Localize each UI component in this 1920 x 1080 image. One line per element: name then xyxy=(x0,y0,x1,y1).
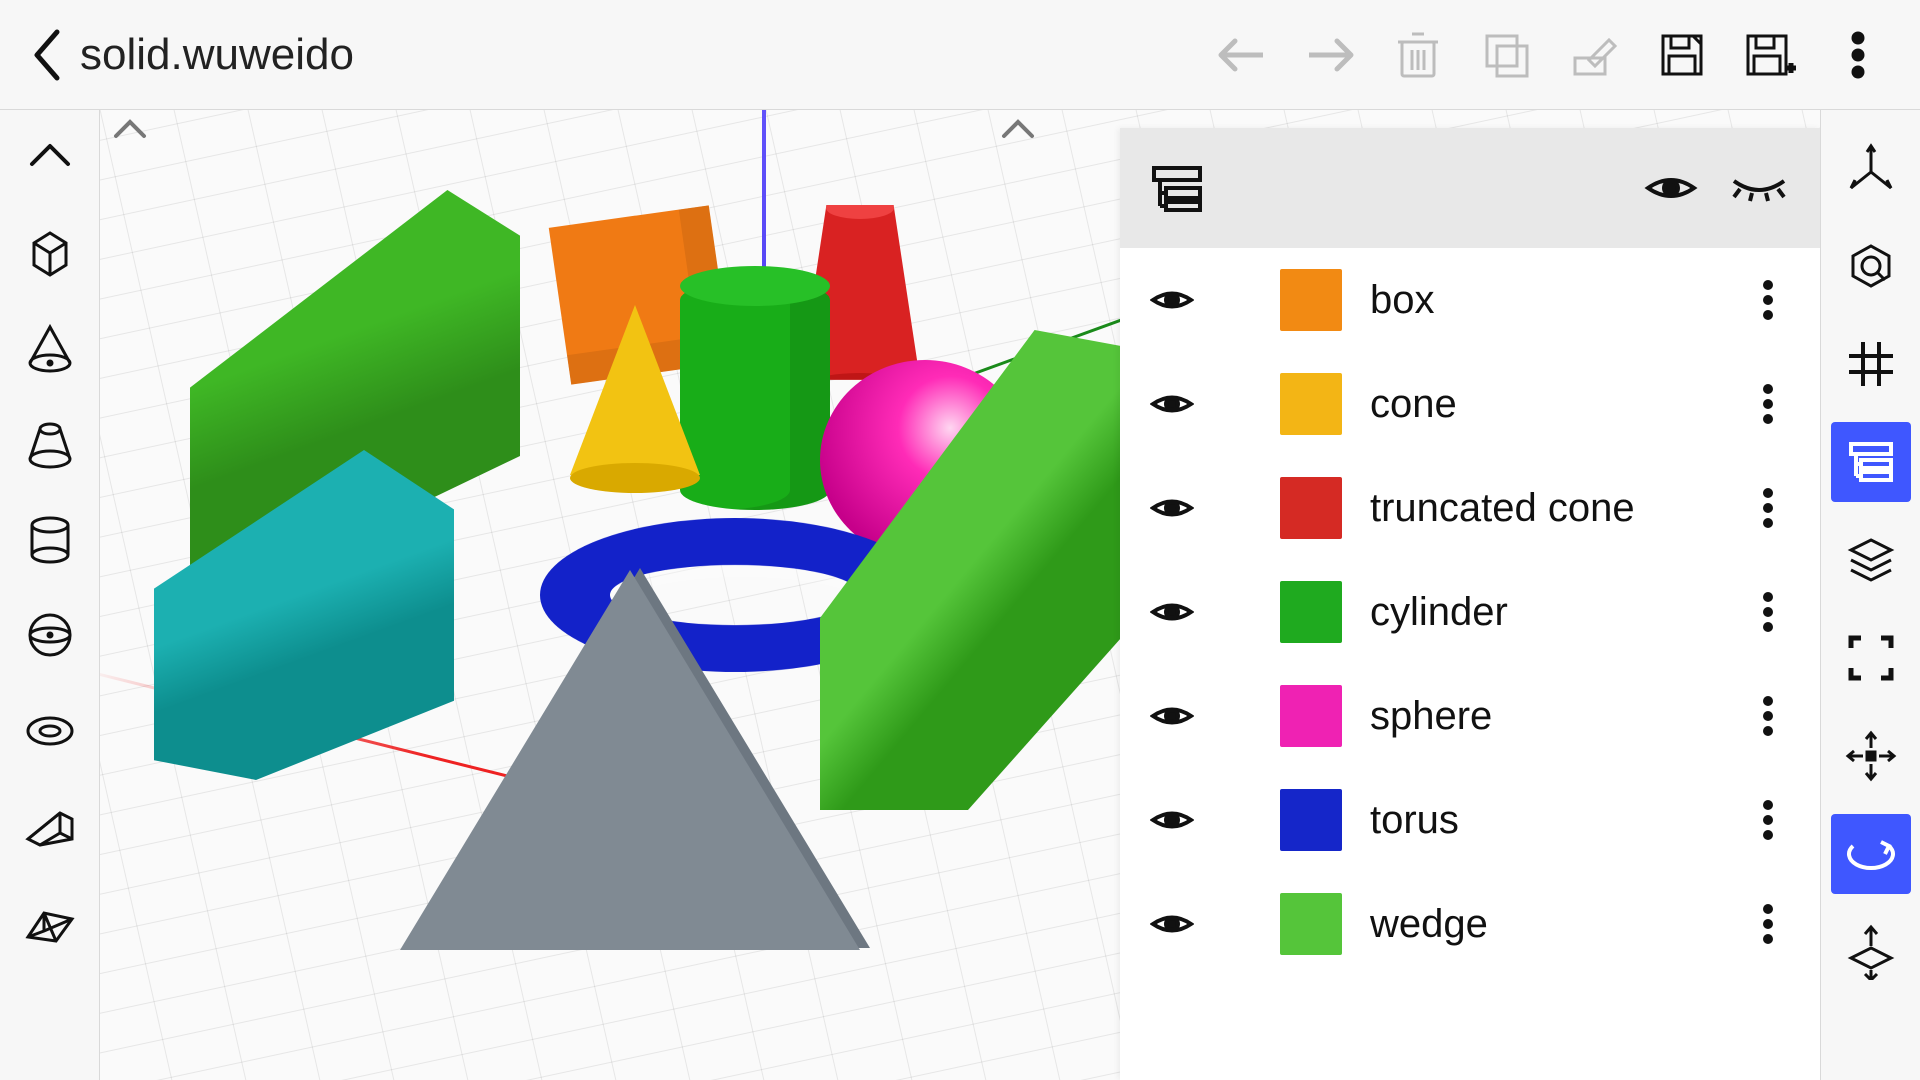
tool-wedge-icon[interactable] xyxy=(15,792,85,862)
scene-item-label: wedge xyxy=(1370,902,1718,947)
show-all-icon[interactable] xyxy=(1644,170,1698,206)
grid-tool-icon[interactable] xyxy=(1831,324,1911,404)
color-swatch xyxy=(1280,373,1342,435)
edit-button[interactable] xyxy=(1550,11,1638,99)
visibility-toggle-icon[interactable] xyxy=(1150,382,1194,426)
scene-item-row[interactable]: cone xyxy=(1120,352,1820,456)
shape-pyramid[interactable] xyxy=(400,570,860,950)
item-menu-icon[interactable] xyxy=(1746,278,1790,322)
overflow-menu-button[interactable] xyxy=(1814,11,1902,99)
save-button[interactable] xyxy=(1638,11,1726,99)
scene-item-label: torus xyxy=(1370,798,1718,843)
top-toolbar: solid.wuweido xyxy=(0,0,1920,110)
tool-truncated-cone-icon[interactable] xyxy=(15,408,85,478)
tool-box-icon[interactable] xyxy=(15,216,85,286)
scene-item-row[interactable]: box xyxy=(1120,248,1820,352)
item-menu-icon[interactable] xyxy=(1746,590,1790,634)
visibility-toggle-icon[interactable] xyxy=(1150,486,1194,530)
item-menu-icon[interactable] xyxy=(1746,382,1790,426)
scene-items-list: box cone truncated cone cylinder sphere torus… xyxy=(1120,248,1820,1080)
tree-icon xyxy=(1150,164,1204,212)
hide-all-icon[interactable] xyxy=(1728,173,1790,203)
scene-panel-header xyxy=(1120,128,1820,248)
scene-item-label: cylinder xyxy=(1370,590,1718,635)
layers-tool-icon[interactable] xyxy=(1831,520,1911,600)
scene-item-row[interactable]: torus xyxy=(1120,768,1820,872)
item-menu-icon[interactable] xyxy=(1746,798,1790,842)
item-menu-icon[interactable] xyxy=(1746,902,1790,946)
orbit-tool-icon[interactable] xyxy=(1831,814,1911,894)
scene-item-label: truncated cone xyxy=(1370,486,1718,531)
inspect-tool-icon[interactable] xyxy=(1831,226,1911,306)
file-title: solid.wuweido xyxy=(80,30,354,80)
axes-tool-icon[interactable] xyxy=(1831,128,1911,208)
color-swatch xyxy=(1280,269,1342,331)
pan-tool-icon[interactable] xyxy=(1831,716,1911,796)
color-swatch xyxy=(1280,477,1342,539)
delete-button[interactable] xyxy=(1374,11,1462,99)
tool-sphere-icon[interactable] xyxy=(15,600,85,670)
visibility-toggle-icon[interactable] xyxy=(1150,798,1194,842)
scene-tree-panel: box cone truncated cone cylinder sphere torus… xyxy=(1120,128,1820,1080)
collapse-left-icon[interactable] xyxy=(15,120,85,190)
collapse-viewport-icon[interactable] xyxy=(112,118,148,140)
fullscreen-tool-icon[interactable] xyxy=(1831,618,1911,698)
tool-prism-icon[interactable] xyxy=(15,888,85,958)
right-toolbar xyxy=(1820,110,1920,1080)
color-swatch xyxy=(1280,893,1342,955)
duplicate-button[interactable] xyxy=(1462,11,1550,99)
save-as-button[interactable] xyxy=(1726,11,1814,99)
scene-item-row[interactable]: cylinder xyxy=(1120,560,1820,664)
visibility-toggle-icon[interactable] xyxy=(1150,590,1194,634)
undo-button[interactable] xyxy=(1198,11,1286,99)
tool-cylinder-icon[interactable] xyxy=(15,504,85,574)
scene-item-row[interactable]: sphere xyxy=(1120,664,1820,768)
collapse-panel-icon[interactable] xyxy=(1000,118,1036,140)
color-swatch xyxy=(1280,789,1342,851)
visibility-toggle-icon[interactable] xyxy=(1150,902,1194,946)
shape-cone[interactable] xyxy=(570,305,700,475)
scene-item-label: cone xyxy=(1370,382,1718,427)
tool-cone-icon[interactable] xyxy=(15,312,85,382)
scene-tree-tool-icon[interactable] xyxy=(1831,422,1911,502)
tool-torus-icon[interactable] xyxy=(15,696,85,766)
shape-cylinder[interactable] xyxy=(680,280,830,510)
redo-button[interactable] xyxy=(1286,11,1374,99)
color-swatch xyxy=(1280,685,1342,747)
back-button[interactable] xyxy=(18,27,74,83)
scene-item-row[interactable]: truncated cone xyxy=(1120,456,1820,560)
item-menu-icon[interactable] xyxy=(1746,486,1790,530)
color-swatch xyxy=(1280,581,1342,643)
left-toolbar xyxy=(0,110,100,1080)
visibility-toggle-icon[interactable] xyxy=(1150,694,1194,738)
scene-item-label: sphere xyxy=(1370,694,1718,739)
visibility-toggle-icon[interactable] xyxy=(1150,278,1194,322)
item-menu-icon[interactable] xyxy=(1746,694,1790,738)
scene-item-row[interactable]: wedge xyxy=(1120,872,1820,976)
extrude-tool-icon[interactable] xyxy=(1831,912,1911,992)
scene-item-label: box xyxy=(1370,278,1718,323)
